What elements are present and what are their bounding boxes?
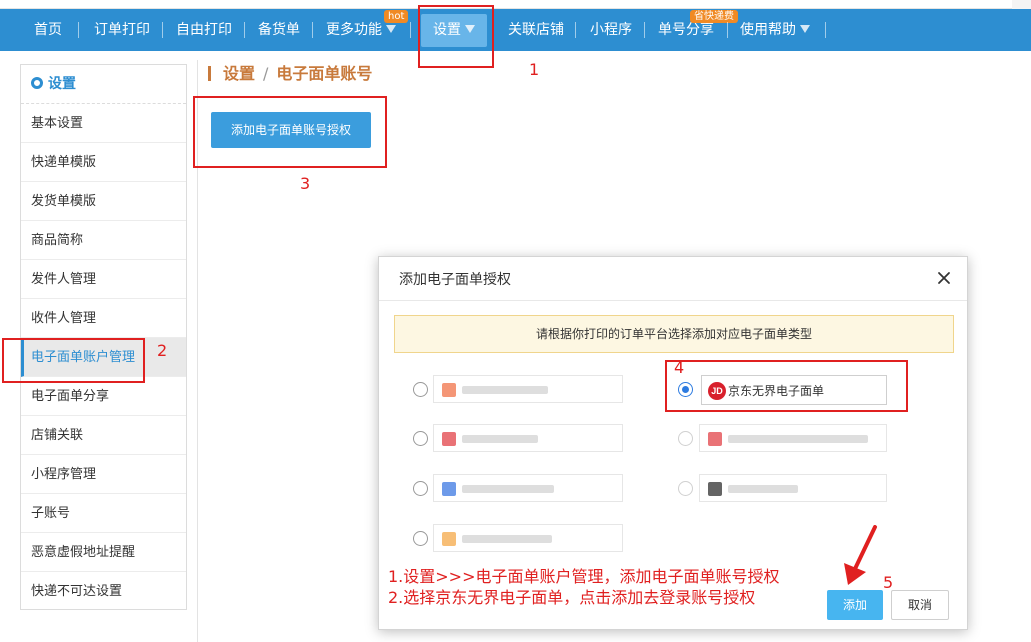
blurred-text <box>462 535 552 543</box>
nav-divider <box>410 22 411 38</box>
platform-logo-icon <box>442 482 456 496</box>
sidebar-item-sub-account[interactable]: 子账号 <box>21 494 186 533</box>
annotation-step-2: 2.选择京东无界电子面单，点击添加去登录账号授权 <box>388 588 756 607</box>
annotation-box-jd-option <box>665 360 908 412</box>
dialog-header: 添加电子面单授权 <box>379 257 967 301</box>
sidebar-item-express-template[interactable]: 快递单模版 <box>21 143 186 182</box>
breadcrumb-root[interactable]: 设置 <box>223 64 255 83</box>
annotation-number-1: 1 <box>529 60 540 79</box>
sidebar-item-fake-address[interactable]: 恶意虚假地址提醒 <box>21 533 186 572</box>
sidebar-item-unreachable[interactable]: 快递不可达设置 <box>21 572 186 611</box>
nav-home[interactable]: 首页 <box>34 9 62 51</box>
annotation-number-3: 3 <box>300 174 311 193</box>
annotation-number-4: 4 <box>674 358 685 377</box>
radio-option-2[interactable] <box>413 431 428 446</box>
nav-divider <box>162 22 163 38</box>
blurred-content <box>708 432 868 446</box>
chevron-down-icon <box>800 25 810 33</box>
breadcrumb-marker <box>208 66 211 81</box>
gear-icon <box>31 77 43 89</box>
nav-divider <box>78 22 79 38</box>
breadcrumb-current: 电子面单账号 <box>276 64 373 83</box>
add-button[interactable]: 添加 <box>827 590 883 620</box>
save-shipping-badge: 省快递费 <box>690 10 738 23</box>
nav-help-label: 使用帮助 <box>740 22 796 38</box>
nav-divider <box>575 22 576 38</box>
top-navbar: 首页 订单打印 自由打印 备货单 更多功能 hot 设置 关联店铺 小程序 单号… <box>0 9 1031 51</box>
annotation-box-add-button <box>193 96 387 168</box>
annotation-box-settings <box>418 5 494 68</box>
annotation-number-2: 2 <box>157 341 168 360</box>
sidebar-item-basic-settings[interactable]: 基本设置 <box>21 104 186 143</box>
platform-logo-icon <box>708 482 722 496</box>
nav-more-features-label: 更多功能 <box>326 22 382 38</box>
annotation-step-1: 1.设置>>>电子面单账户管理，添加电子面单账号授权 <box>388 567 780 586</box>
radio-option-3[interactable] <box>678 431 693 446</box>
sidebar-item-product-abbr[interactable]: 商品简称 <box>21 221 186 260</box>
blurred-option-2 <box>433 424 623 452</box>
blurred-text <box>728 485 798 493</box>
radio-option-6[interactable] <box>413 531 428 546</box>
cancel-button[interactable]: 取消 <box>891 590 949 620</box>
blurred-content <box>442 383 548 397</box>
blurred-option-1 <box>433 375 623 403</box>
settings-sidebar: 设置 基本设置 快递单模版 发货单模版 商品简称 发件人管理 收件人管理 电子面… <box>20 64 187 610</box>
breadcrumb-separator: / <box>263 64 269 83</box>
nav-divider <box>644 22 645 38</box>
close-icon[interactable] <box>935 269 953 287</box>
breadcrumb: 设置 / 电子面单账号 <box>208 62 372 86</box>
nav-stock-list[interactable]: 备货单 <box>258 9 300 51</box>
hot-badge: hot <box>384 10 409 23</box>
nav-mini-program[interactable]: 小程序 <box>590 9 632 51</box>
nav-divider <box>727 22 728 38</box>
blurred-content <box>442 532 552 546</box>
blurred-content <box>442 432 538 446</box>
nav-divider <box>244 22 245 38</box>
radio-option-4[interactable] <box>413 481 428 496</box>
blurred-text <box>462 485 554 493</box>
dialog-title: 添加电子面单授权 <box>399 272 511 288</box>
sidebar-title-label: 设置 <box>48 76 76 92</box>
nav-help[interactable]: 使用帮助 <box>740 9 810 51</box>
annotation-arrow-icon <box>844 525 877 585</box>
nav-divider <box>825 22 826 38</box>
platform-logo-icon <box>442 432 456 446</box>
nav-divider <box>312 22 313 38</box>
nav-linked-shops[interactable]: 关联店铺 <box>508 9 564 51</box>
blurred-text <box>462 386 548 394</box>
sidebar-item-invoice-template[interactable]: 发货单模版 <box>21 182 186 221</box>
chevron-down-icon <box>386 25 396 33</box>
sidebar-item-shop-link[interactable]: 店铺关联 <box>21 416 186 455</box>
blurred-option-6 <box>433 524 623 552</box>
platform-logo-icon <box>708 432 722 446</box>
top-strip <box>0 0 1031 9</box>
top-strip-bar <box>0 0 1012 9</box>
blurred-option-3 <box>699 424 887 452</box>
blurred-content <box>708 482 798 496</box>
annotation-box-sidebar <box>2 338 145 383</box>
dialog-notice: 请根据你打印的订单平台选择添加对应电子面单类型 <box>394 315 954 353</box>
blurred-text <box>728 435 868 443</box>
annotation-number-5: 5 <box>883 573 894 592</box>
nav-order-print[interactable]: 订单打印 <box>94 9 150 51</box>
sidebar-item-mini-program[interactable]: 小程序管理 <box>21 455 186 494</box>
platform-logo-icon <box>442 532 456 546</box>
nav-free-print[interactable]: 自由打印 <box>176 9 232 51</box>
platform-logo-icon <box>442 383 456 397</box>
blurred-option-4 <box>433 474 623 502</box>
radio-option-1[interactable] <box>413 382 428 397</box>
sidebar-item-receiver-mgmt[interactable]: 收件人管理 <box>21 299 186 338</box>
radio-option-5[interactable] <box>678 481 693 496</box>
blurred-text <box>462 435 538 443</box>
blurred-content <box>442 482 554 496</box>
blurred-option-5 <box>699 474 887 502</box>
sidebar-title: 设置 <box>21 65 186 104</box>
sidebar-item-sender-mgmt[interactable]: 发件人管理 <box>21 260 186 299</box>
